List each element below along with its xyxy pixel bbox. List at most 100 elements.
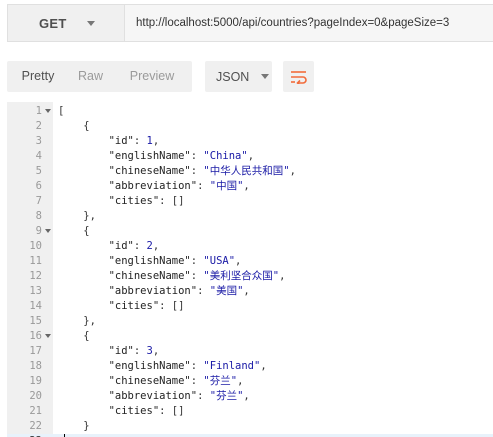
- code-line: 11 "englishName": "USA",: [7, 254, 493, 269]
- line-number: 5: [35, 165, 42, 177]
- json-key: "chineseName": [108, 270, 191, 282]
- code-line: 19 "chineseName": "芬兰",: [7, 374, 493, 389]
- code-text: "id": 2,: [58, 239, 160, 254]
- json-punctuation: ,: [152, 135, 160, 147]
- json-key: "abbreviation": [108, 285, 198, 297]
- code-line: 4 "englishName": "China",: [7, 149, 493, 164]
- json-key: "id": [108, 240, 134, 252]
- code-line: 9 {: [7, 224, 493, 239]
- json-string: "USA": [203, 255, 236, 267]
- format-label: JSON: [216, 69, 250, 84]
- json-punctuation: ,: [243, 285, 250, 297]
- json-punctuation: [58, 345, 109, 357]
- code-line: 5 "chineseName": "中华人民共和国",: [7, 164, 493, 179]
- line-number: 22: [29, 420, 42, 432]
- line-number: 19: [29, 375, 42, 387]
- wrap-lines-icon: [291, 70, 307, 84]
- url-input[interactable]: http://localhost:5000/api/countries?page…: [125, 5, 493, 41]
- json-punctuation: {: [58, 330, 90, 342]
- code-line: 20 "abbreviation": "芬兰",: [7, 389, 493, 404]
- code-text: "abbreviation": "美国",: [58, 284, 250, 299]
- fold-toggle-icon[interactable]: [45, 109, 51, 113]
- line-number: 12: [29, 270, 42, 282]
- json-string: "芬兰": [203, 375, 238, 387]
- json-punctuation: ,: [289, 165, 296, 177]
- code-line: 16 {: [7, 329, 493, 344]
- code-line: 1[: [7, 104, 493, 119]
- postman-response-view: GET http://localhost:5000/api/countries?…: [0, 0, 493, 437]
- wrap-lines-button[interactable]: [283, 61, 314, 92]
- chevron-down-icon: [86, 20, 95, 26]
- json-punctuation: [58, 300, 109, 312]
- response-body-editor[interactable]: 1[2 {3 "id": 1, 4 "englishName": "China",…: [7, 102, 493, 437]
- code-line: 13 "abbreviation": "美国",: [7, 284, 493, 299]
- line-number: 14: [29, 300, 42, 312]
- code-line: 18 "englishName": "Finland",: [7, 359, 493, 374]
- code-line: 15 },: [7, 314, 493, 329]
- code-text: },: [58, 209, 96, 224]
- json-punctuation: [58, 135, 109, 147]
- line-number: 10: [29, 240, 42, 252]
- json-punctuation: :: [197, 285, 210, 297]
- code-text: "chineseName": "中华人民共和国",: [58, 164, 296, 179]
- code-line: 10 "id": 2,: [7, 239, 493, 254]
- json-string: "中国": [209, 180, 244, 192]
- json-punctuation: [58, 360, 109, 372]
- request-bar: GET http://localhost:5000/api/countries?…: [7, 4, 493, 42]
- line-number: 4: [35, 150, 42, 162]
- view-raw-button[interactable]: Raw: [69, 61, 112, 92]
- json-punctuation: : []: [159, 195, 185, 207]
- json-punctuation: :: [190, 165, 204, 177]
- code-text: "chineseName": "美利坚合众国",: [58, 269, 286, 284]
- json-string: "Finland": [203, 360, 261, 372]
- code-text: {: [58, 329, 90, 344]
- code-line: 6 "abbreviation": "中国",: [7, 179, 493, 194]
- json-punctuation: ,: [247, 150, 255, 162]
- json-key: "abbreviation": [108, 390, 198, 402]
- json-punctuation: {: [58, 120, 90, 132]
- view-mode-group: Pretty Raw Preview: [7, 61, 192, 92]
- json-punctuation: [58, 270, 109, 282]
- code-text: {: [58, 224, 89, 239]
- json-string: "芬兰": [209, 390, 244, 402]
- fold-toggle-icon[interactable]: [45, 334, 51, 338]
- code-line: 3 "id": 1,: [7, 134, 493, 149]
- code-text: [: [58, 104, 64, 119]
- code-line: 21 "cities": []: [7, 404, 493, 419]
- view-preview-button[interactable]: Preview: [112, 61, 192, 92]
- code-line: 17 "id": 3,: [7, 344, 493, 359]
- code-text: "englishName": "Finland",: [58, 359, 267, 374]
- fold-toggle-icon[interactable]: [45, 229, 51, 233]
- method-dropdown[interactable]: GET: [8, 5, 125, 41]
- json-punctuation: ,: [235, 255, 242, 267]
- line-number: 9: [35, 225, 42, 237]
- line-number: 18: [29, 360, 42, 372]
- code-text: }: [58, 419, 89, 434]
- json-punctuation: :: [197, 180, 210, 192]
- json-key: "chineseName": [108, 165, 191, 177]
- json-punctuation: [58, 375, 109, 387]
- line-number: 2: [35, 120, 42, 132]
- format-dropdown[interactable]: JSON: [205, 61, 272, 92]
- json-punctuation: [58, 165, 109, 177]
- code-text: "chineseName": "芬兰",: [58, 374, 244, 389]
- view-pretty-button[interactable]: Pretty: [7, 61, 69, 92]
- line-number: 15: [29, 315, 42, 327]
- code-text: "cities": []: [58, 299, 185, 314]
- code-text: "englishName": "China",: [58, 149, 254, 164]
- code-line: 7 "cities": []: [7, 194, 493, 209]
- json-punctuation: ,: [260, 360, 267, 372]
- json-key: "cities": [108, 300, 160, 312]
- json-string: "中华人民共和国": [203, 165, 290, 177]
- json-punctuation: [58, 390, 109, 402]
- line-number: 3: [35, 135, 42, 147]
- line-number: 8: [35, 210, 42, 222]
- json-string: "China": [203, 150, 248, 162]
- line-number: 1: [35, 105, 42, 117]
- json-punctuation: :: [190, 150, 204, 162]
- code-text: "id": 1,: [58, 134, 160, 149]
- json-punctuation: ,: [243, 390, 250, 402]
- method-label: GET: [39, 15, 67, 31]
- json-punctuation: ,: [237, 375, 244, 387]
- line-number: 17: [29, 345, 42, 357]
